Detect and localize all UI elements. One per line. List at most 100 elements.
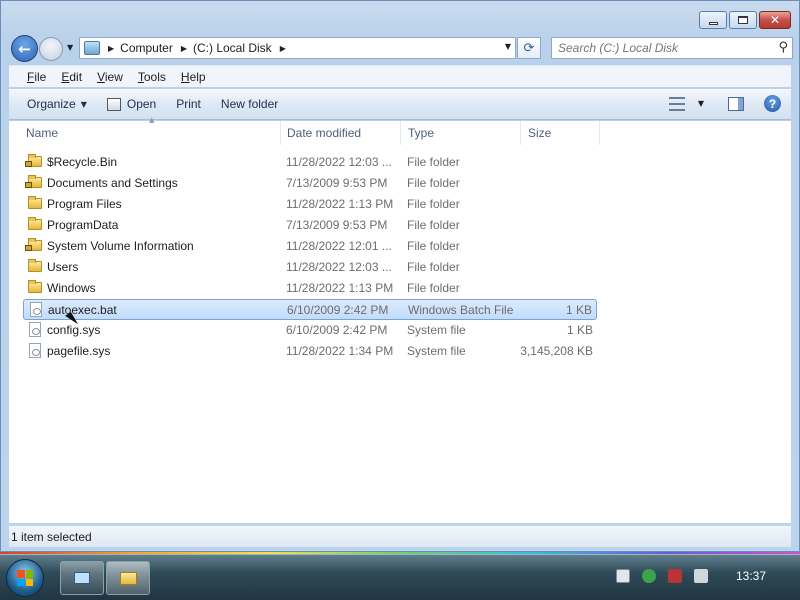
column-headers: ▲ Name Date modified Type Size (9, 116, 791, 145)
lock-icon (25, 245, 32, 251)
chevron-right-icon[interactable]: ▶ (108, 44, 114, 53)
network-tray-icon[interactable] (668, 569, 682, 583)
refresh-icon: ⟳ (523, 40, 535, 56)
minimize-button[interactable] (699, 11, 727, 29)
file-name: System Volume Information (47, 239, 194, 253)
breadcrumb-computer[interactable]: Computer (120, 41, 173, 55)
file-type: Windows Batch File (408, 303, 514, 317)
file-date: 11/28/2022 1:34 PM (286, 344, 394, 358)
table-row[interactable]: pagefile.sys 11/28/2022 1:34 PM System fil… (23, 341, 597, 362)
table-row[interactable]: Users 11/28/2022 12:03 ... File folder (23, 257, 597, 278)
status-bar: 1 item selected (9, 525, 791, 547)
search-box[interactable]: ⚲ (551, 37, 793, 59)
menu-file[interactable]: File (27, 70, 46, 84)
minimize-icon (708, 21, 718, 25)
column-header-type[interactable]: Type (400, 121, 521, 145)
column-header-date[interactable]: Date modified (279, 121, 401, 145)
file-name: Program Files (47, 197, 122, 211)
taskbar-explorer-button[interactable] (106, 561, 150, 595)
menu-edit[interactable]: Edit (61, 70, 82, 84)
forward-button[interactable] (39, 37, 63, 61)
logo-red (17, 570, 25, 578)
start-button[interactable] (6, 559, 44, 597)
refresh-button[interactable]: ⟳ (517, 37, 541, 59)
logo-blue (17, 578, 25, 586)
breadcrumb-local-disk[interactable]: (C:) Local Disk (193, 41, 272, 55)
computer-icon (74, 572, 90, 584)
navigation-bar: ← ▼ ▶ Computer ▶ (C:) Local Disk ▶ ▼ ⟳ ⚲ (9, 35, 793, 62)
close-icon: ✕ (769, 13, 781, 27)
file-date: 6/10/2009 2:42 PM (286, 323, 388, 337)
menu-tools[interactable]: Tools (138, 70, 166, 84)
maximize-button[interactable] (729, 11, 757, 29)
chevron-right-icon[interactable]: ▶ (280, 44, 286, 53)
table-row[interactable]: ProgramData 7/13/2009 9:53 PM File folder (23, 215, 597, 236)
shield-tray-icon[interactable] (642, 569, 656, 583)
file-type: File folder (407, 218, 460, 232)
table-row[interactable]: config.sys 6/10/2009 2:42 PM System file 1 … (23, 320, 597, 341)
command-bar: Organize ▼ Open Print New folder ▼ ? (9, 89, 791, 120)
file-name: ProgramData (47, 218, 119, 232)
help-icon[interactable]: ? (764, 95, 781, 112)
table-row[interactable]: System Volume Information 11/28/2022 12:0… (23, 236, 597, 257)
system-tray (616, 569, 720, 583)
file-name: $Recycle.Bin (47, 155, 118, 169)
menu-bar: File Edit View Tools Help (9, 65, 791, 87)
file-date: 11/28/2022 1:13 PM (286, 281, 394, 295)
table-row[interactable]: Windows 11/28/2022 1:13 PM File folder (23, 278, 597, 299)
folder-icon (28, 217, 42, 230)
file-icon (30, 302, 42, 317)
taskbar-computer-button[interactable] (60, 561, 104, 595)
file-type: File folder (407, 281, 460, 295)
file-name: Documents and Settings (47, 176, 178, 190)
search-icon[interactable]: ⚲ (778, 40, 788, 55)
close-button[interactable]: ✕ (759, 11, 791, 29)
chevron-right-icon[interactable]: ▶ (181, 44, 187, 53)
folder-icon (28, 280, 42, 293)
volume-muted-icon[interactable] (694, 569, 708, 583)
folder-icon (119, 571, 137, 585)
file-icon (29, 322, 41, 337)
file-date: 11/28/2022 12:01 ... (286, 239, 392, 253)
menu-view[interactable]: View (97, 70, 123, 84)
preview-pane-icon[interactable] (728, 96, 744, 111)
address-bar[interactable]: ▶ Computer ▶ (C:) Local Disk ▶ ▼ (79, 37, 516, 59)
search-input[interactable] (552, 38, 762, 58)
new-folder-label: New folder (220, 97, 279, 111)
organize-button[interactable]: Organize ▼ (9, 97, 97, 111)
back-button[interactable]: ← (11, 35, 38, 62)
open-button[interactable]: Open (97, 97, 166, 111)
maximize-icon (738, 16, 748, 24)
file-size: 3,145,208 KB (520, 344, 593, 358)
address-dropdown[interactable]: ▼ (505, 42, 511, 51)
table-row[interactable]: $Recycle.Bin 11/28/2022 12:03 ... File fol… (23, 152, 597, 173)
menu-help[interactable]: Help (181, 70, 206, 84)
open-label: Open (126, 97, 157, 111)
new-folder-button[interactable]: New folder (211, 97, 288, 111)
status-text: 1 item selected (11, 530, 92, 544)
file-size: 1 KB (566, 323, 593, 337)
view-dropdown-icon[interactable]: ▼ (698, 99, 704, 108)
file-date: 7/13/2009 9:53 PM (286, 218, 388, 232)
file-date: 7/13/2009 9:53 PM (286, 176, 388, 190)
table-row[interactable]: autoexec.bat 6/10/2009 2:42 PM Windows Bat… (23, 299, 597, 320)
column-header-size[interactable]: Size (520, 121, 600, 145)
document-tray-icon[interactable] (616, 569, 630, 583)
file-date: 11/28/2022 12:03 ... (286, 155, 392, 169)
file-date: 11/28/2022 12:03 ... (286, 260, 392, 274)
recent-pages-dropdown[interactable]: ▼ (67, 43, 73, 52)
column-header-name[interactable]: Name (18, 121, 281, 145)
table-row[interactable]: Program Files 11/28/2022 1:13 PM File fold… (23, 194, 597, 215)
open-icon (106, 97, 121, 111)
file-type: System file (407, 344, 466, 358)
file-name: Users (47, 260, 79, 274)
back-arrow-icon: ← (18, 39, 31, 58)
taskbar: 13:37 (0, 554, 800, 600)
organize-label: Organize (27, 97, 76, 111)
change-view-icon[interactable] (668, 96, 685, 111)
print-button[interactable]: Print (166, 97, 211, 111)
table-row[interactable]: Documents and Settings 7/13/2009 9:53 PM F… (23, 173, 597, 194)
file-type: File folder (407, 155, 460, 169)
file-name: pagefile.sys (47, 344, 111, 358)
clock[interactable]: 13:37 (736, 569, 766, 583)
